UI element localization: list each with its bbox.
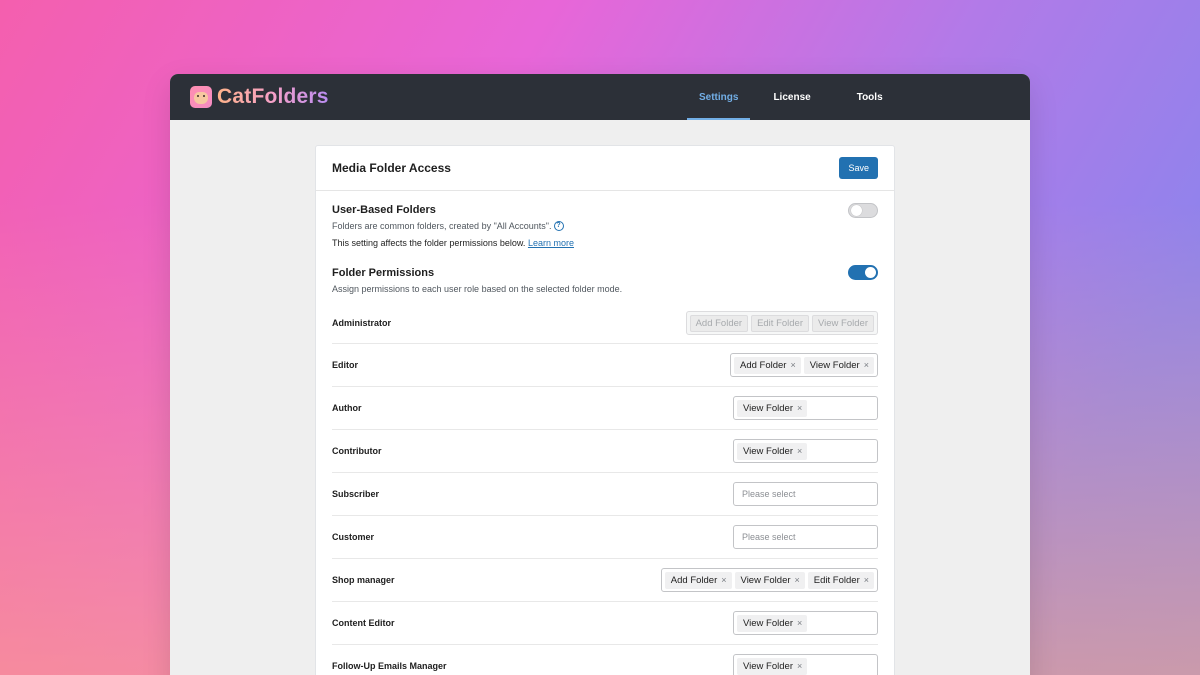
user-based-folders-toggle[interactable]: [848, 203, 878, 218]
role-name: Follow-Up Emails Manager: [332, 661, 447, 671]
permissions-select[interactable]: Please select: [733, 482, 878, 506]
role-row: Shop manager Add Folder × View Folder × Edit …: [332, 559, 878, 602]
permission-chip: View Folder ×: [737, 657, 808, 675]
select-placeholder: Please select: [742, 489, 796, 499]
permission-chip-label: View Folder: [740, 574, 791, 586]
app-window: CatFolders Settings License Tools Media …: [170, 74, 1030, 675]
permission-chip: View Folder ×: [803, 356, 874, 374]
role-row: Contributor View Folder ×: [332, 430, 878, 473]
role-name: Customer: [332, 532, 375, 542]
role-name: Shop manager: [332, 575, 395, 585]
folder-permissions-title: Folder Permissions: [332, 267, 435, 279]
role-row: Administrator Add Folder Edit Folder View F…: [332, 303, 878, 344]
panel-header: Media Folder Access Save: [316, 146, 894, 191]
main-nav: Settings License Tools: [686, 74, 883, 120]
permissions-select[interactable]: View Folder ×: [733, 439, 878, 463]
folder-permissions-toggle[interactable]: [848, 265, 878, 280]
folder-permissions-desc: Assign permissions to each user role bas…: [332, 284, 623, 294]
role-name: Contributor: [332, 446, 382, 456]
role-row: Subscriber Please select: [332, 473, 878, 516]
permission-chip-label: View Folder: [818, 317, 868, 329]
tab-license[interactable]: License: [773, 74, 810, 120]
role-permissions-list: Administrator Add Folder Edit Folder View F…: [316, 303, 894, 675]
role-name: Editor: [332, 360, 358, 370]
role-row: Content Editor View Folder ×: [332, 602, 878, 645]
permission-chip-label: Add Folder: [670, 574, 718, 586]
role-row: Author View Folder ×: [332, 387, 878, 430]
permission-chip: Edit Folder ×: [807, 571, 874, 589]
logo[interactable]: CatFolders: [190, 85, 329, 109]
save-button[interactable]: Save: [839, 157, 878, 179]
user-based-folders-desc: Folders are common folders, created by "…: [332, 221, 552, 231]
role-name: Content Editor: [332, 618, 395, 628]
remove-chip-icon[interactable]: ×: [797, 661, 802, 671]
role-name: Author: [332, 403, 362, 413]
remove-chip-icon[interactable]: ×: [797, 403, 802, 413]
role-row: Follow-Up Emails Manager View Folder ×: [332, 645, 878, 675]
permission-chip-label: View Folder: [743, 445, 793, 457]
permissions-select[interactable]: View Folder ×: [733, 611, 878, 635]
tab-tools[interactable]: Tools: [857, 74, 883, 120]
user-based-folders-note-row: This setting affects the folder permissi…: [332, 238, 878, 248]
permission-chip: Add Folder: [689, 314, 749, 332]
brand-name: CatFolders: [217, 85, 329, 108]
user-based-folders-section: User-Based Folders Folders are common fo…: [316, 191, 894, 256]
top-bar: CatFolders Settings License Tools: [170, 74, 1030, 120]
permission-chip: Add Folder ×: [733, 356, 801, 374]
remove-chip-icon[interactable]: ×: [864, 575, 869, 585]
permission-chip-label: Add Folder: [739, 359, 787, 371]
role-row: Editor Add Folder × View Folder ×: [332, 344, 878, 387]
remove-chip-icon[interactable]: ×: [797, 618, 802, 628]
permission-chip-label: Add Folder: [695, 317, 743, 329]
permission-chip-label: Edit Folder: [757, 317, 803, 329]
permissions-select[interactable]: View Folder ×: [733, 396, 878, 420]
permission-chip-label: View Folder: [743, 660, 793, 672]
cat-logo-icon: [190, 86, 212, 108]
permission-chip: View Folder ×: [737, 614, 808, 632]
permission-chip-label: View Folder: [809, 359, 860, 371]
permission-chip: Add Folder ×: [664, 571, 732, 589]
learn-more-link[interactable]: Learn more: [528, 238, 574, 248]
help-icon[interactable]: ?: [553, 221, 564, 231]
user-based-folders-desc-row: Folders are common folders, created by "…: [332, 221, 878, 231]
role-name: Subscriber: [332, 489, 380, 499]
remove-chip-icon[interactable]: ×: [797, 446, 802, 456]
permissions-select[interactable]: Add Folder × View Folder ×: [729, 353, 878, 377]
select-placeholder: Please select: [742, 532, 796, 542]
media-folder-access-panel: Media Folder Access Save User-Based Fold…: [315, 145, 895, 675]
permissions-select[interactable]: Please select: [733, 525, 878, 549]
permission-chip: View Folder: [812, 314, 874, 332]
permission-chip-label: View Folder: [743, 402, 793, 414]
remove-chip-icon[interactable]: ×: [790, 360, 795, 370]
user-based-folders-title: User-Based Folders: [332, 204, 436, 216]
permission-chip: Edit Folder: [751, 314, 809, 332]
permission-chip-label: Edit Folder: [813, 574, 860, 586]
permissions-select[interactable]: Add Folder × View Folder × Edit Folder ×: [660, 568, 878, 592]
remove-chip-icon[interactable]: ×: [864, 360, 869, 370]
permission-chip: View Folder ×: [737, 399, 808, 417]
permissions-select: Add Folder Edit Folder View Folder: [685, 311, 878, 335]
permission-chip: View Folder ×: [737, 442, 808, 460]
permissions-select[interactable]: View Folder ×: [733, 654, 878, 675]
role-name: Administrator: [332, 318, 392, 328]
remove-chip-icon[interactable]: ×: [721, 575, 726, 585]
user-based-folders-note: This setting affects the folder permissi…: [332, 238, 526, 248]
role-row: Customer Please select: [332, 516, 878, 559]
tab-settings[interactable]: Settings: [686, 74, 752, 120]
permission-chip-label: View Folder: [743, 617, 793, 629]
permission-chip: View Folder ×: [734, 571, 805, 589]
panel-title: Media Folder Access: [332, 161, 451, 175]
remove-chip-icon[interactable]: ×: [795, 575, 800, 585]
folder-permissions-section: Folder Permissions Assign permissions to…: [316, 256, 894, 303]
